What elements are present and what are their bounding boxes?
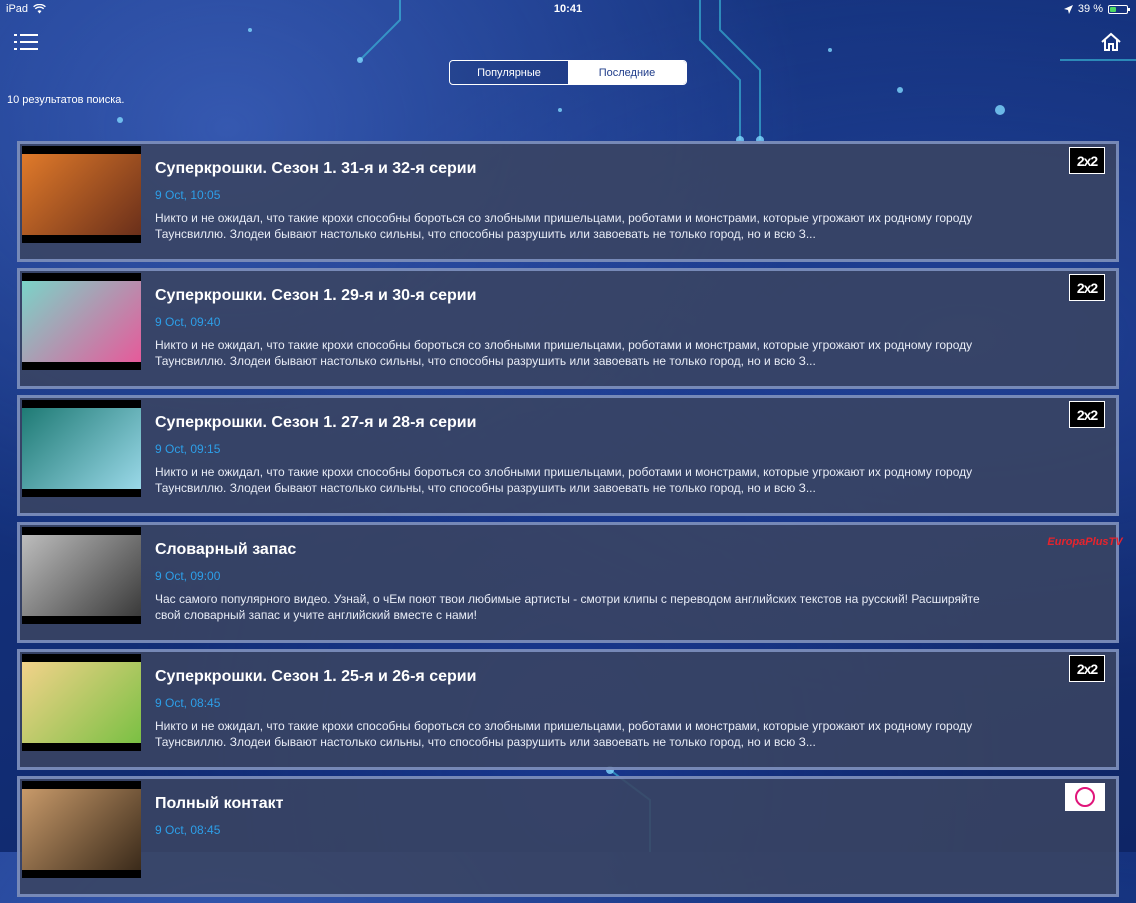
item-description: Никто и не ожидал, что такие крохи спосо… xyxy=(155,719,973,749)
item-time: 9 Oct, 08:45 xyxy=(155,696,221,710)
battery-icon xyxy=(1108,4,1130,14)
battery-level xyxy=(1110,6,1116,12)
item-title: Суперкрошки. Сезон 1. 25-я и 26-я серии xyxy=(155,668,477,685)
status-right: 39 % xyxy=(1063,3,1130,15)
results-list: Суперкрошки. Сезон 1. 31-я и 32-я серии … xyxy=(17,141,1123,903)
item-time: 9 Oct, 10:05 xyxy=(155,188,221,202)
list-item[interactable]: Суперкрошки. Сезон 1. 27-я и 28-я серии … xyxy=(17,395,1119,516)
item-time: 9 Oct, 08:45 xyxy=(155,823,221,837)
list-item[interactable]: Словарный запас 9 Oct, 09:00 Час самого … xyxy=(17,522,1123,643)
status-bar: iPad 10:41 39 % xyxy=(0,0,1136,18)
channel-logo-2x2: 2x2 xyxy=(1069,401,1105,428)
sort-segmented-control: Популярные Последние xyxy=(449,60,687,85)
list-item[interactable]: Полный контакт 9 Oct, 08:45 xyxy=(17,776,1119,897)
item-description: Никто и не ожидал, что такие крохи спосо… xyxy=(155,465,973,495)
item-title: Суперкрошки. Сезон 1. 29-я и 30-я серии xyxy=(155,287,477,304)
item-time: 9 Oct, 09:15 xyxy=(155,442,221,456)
home-icon[interactable] xyxy=(1100,31,1122,53)
list-item[interactable]: Суперкрошки. Сезон 1. 31-я и 32-я серии … xyxy=(17,141,1119,262)
item-time: 9 Oct, 09:00 xyxy=(155,569,221,583)
channel-logo-2x2: 2x2 xyxy=(1069,274,1105,301)
item-description: Никто и не ожидал, что такие крохи спосо… xyxy=(155,338,973,368)
thumbnail xyxy=(22,527,141,624)
channel-logo-2x2: 2x2 xyxy=(1069,655,1105,682)
thumbnail xyxy=(22,781,141,878)
list-menu-icon[interactable] xyxy=(14,32,38,52)
channel-logo-2x2: 2x2 xyxy=(1069,147,1105,174)
item-description: Час самого популярного видео. Узнай, о ч… xyxy=(155,592,980,622)
item-title: Суперкрошки. Сезон 1. 31-я и 32-я серии xyxy=(155,160,477,177)
battery-percent: 39 % xyxy=(1077,3,1103,15)
results-count: 10 результатов поиска. xyxy=(7,94,125,106)
item-title: Суперкрошки. Сезон 1. 27-я и 28-я серии xyxy=(155,414,477,431)
location-arrow-icon xyxy=(1063,4,1073,14)
thumbnail xyxy=(22,146,141,243)
tab-latest[interactable]: Последние xyxy=(568,61,686,84)
list-item[interactable]: Суперкрошки. Сезон 1. 25-я и 26-я серии … xyxy=(17,649,1119,770)
item-title: Полный контакт xyxy=(155,795,284,812)
status-time: 10:41 xyxy=(553,3,583,15)
item-description: Никто и не ожидал, что такие крохи спосо… xyxy=(155,211,973,241)
list-item[interactable]: Суперкрошки. Сезон 1. 29-я и 30-я серии … xyxy=(17,268,1119,389)
channel-logo-round xyxy=(1065,783,1105,811)
tab-popular[interactable]: Популярные xyxy=(450,61,568,84)
channel-logo-ring xyxy=(1075,787,1095,807)
item-time: 9 Oct, 09:40 xyxy=(155,315,221,329)
item-title: Словарный запас xyxy=(155,541,297,558)
thumbnail xyxy=(22,400,141,497)
thumbnail xyxy=(22,273,141,370)
thumbnail xyxy=(22,654,141,751)
channel-logo-europa-plus: EuropaPlusTV xyxy=(1047,535,1123,548)
